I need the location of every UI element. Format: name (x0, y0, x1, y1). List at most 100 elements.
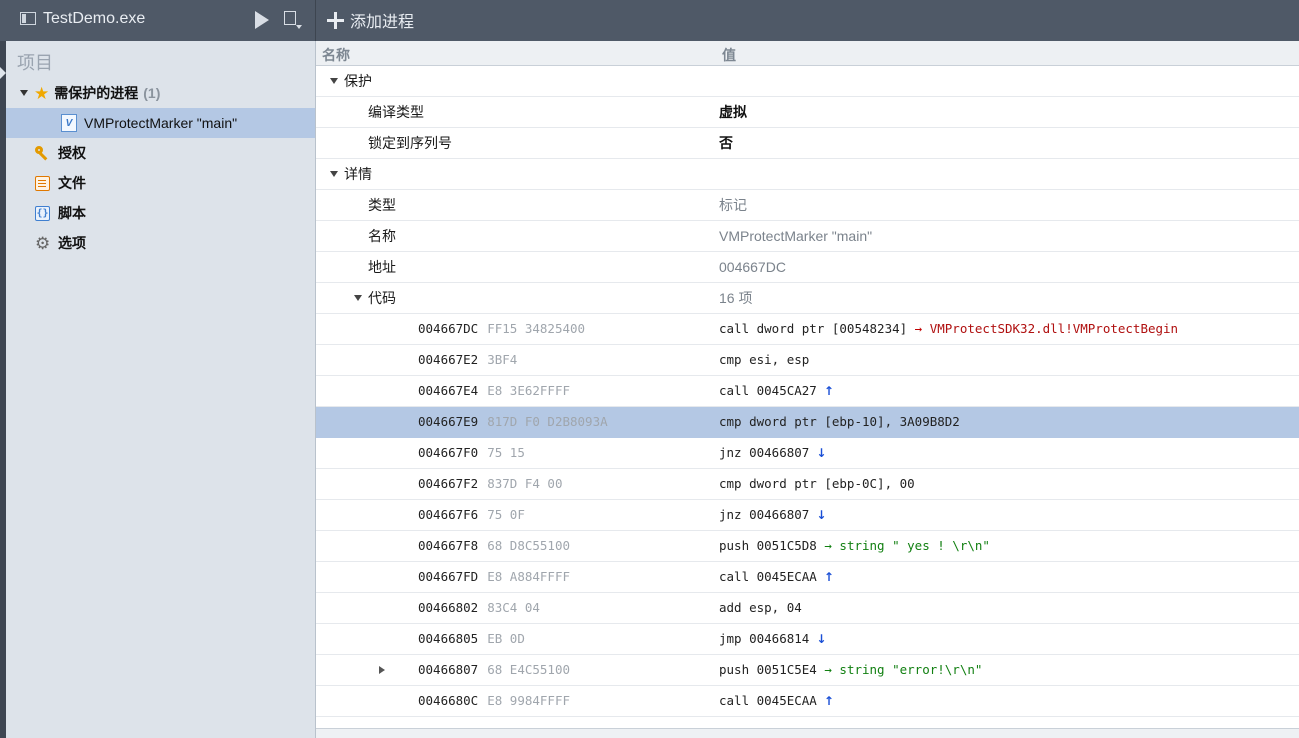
property-row-address[interactable]: 地址 004667DC (316, 252, 1299, 283)
app-window-icon (20, 12, 36, 25)
code-row[interactable]: 004667F8 68 D8C55100 push 0051C5D8 → strin… (316, 531, 1299, 562)
property-name: 编译类型 (368, 104, 424, 120)
code-instruction: cmp esi, esp (719, 352, 810, 367)
jump-up-arrow-icon[interactable]: ↑ (824, 570, 834, 584)
code-address-cell: 0046680C E8 9984FFFF (418, 686, 570, 716)
code-instruction: jmp 00466814 (719, 631, 810, 646)
code-address: 004667F8 (418, 538, 479, 553)
code-reference-target[interactable]: string " yes ! \r\n" (839, 538, 990, 553)
code-instruction: call 0045ECAA (719, 693, 817, 708)
sidebar-item-marker-main[interactable]: V VMProtectMarker "main" (6, 108, 315, 138)
property-row-type[interactable]: 类型 标记 (316, 190, 1299, 221)
jump-up-arrow-icon[interactable]: ↑ (824, 384, 834, 398)
compile-menu-icon[interactable] (282, 11, 302, 29)
code-address-cell: 004667F0 75 15 (418, 438, 525, 468)
code-address: 004667F0 (418, 445, 479, 460)
add-process-label: 添加进程 (350, 14, 415, 31)
code-reference-target[interactable]: string "error!\r\n" (839, 662, 982, 677)
property-value[interactable]: 虚拟 (719, 97, 747, 127)
code-instruction: cmp dword ptr [ebp-0C], 00 (719, 476, 915, 491)
code-reference-target[interactable]: VMProtectSDK32.dll!VMProtectBegin (930, 321, 1178, 336)
grid-bottom-edge (316, 728, 1299, 738)
sidebar-item-licenses[interactable]: 授权 (6, 138, 315, 168)
code-address: 004667E4 (418, 383, 479, 398)
code-instruction: call dword ptr [00548234] (719, 321, 908, 336)
code-instruction: jnz 00466807 (719, 507, 810, 522)
sidebar-item-label: VMProtectMarker "main" (84, 115, 238, 131)
plus-icon (327, 11, 344, 29)
code-instruction: call 0045ECAA (719, 569, 817, 584)
code-instruction: add esp, 04 (719, 600, 802, 615)
reference-arrow-icon: → (816, 538, 840, 553)
code-address-cell: 004667F6 75 0F (418, 500, 525, 530)
code-row[interactable]: 004667F2 837D F4 00 cmp dword ptr [ebp-0C]… (316, 469, 1299, 500)
code-instruction: push 0051C5E4 (719, 662, 817, 677)
column-header-name[interactable]: 名称 (322, 45, 350, 65)
expand-triangle-icon[interactable] (379, 666, 385, 674)
property-name: 地址 (368, 259, 396, 275)
expand-triangle-icon[interactable] (20, 90, 28, 96)
code-address: 00466807 (418, 662, 479, 677)
property-row-name[interactable]: 名称 VMProtectMarker "main" (316, 221, 1299, 252)
code-bytes: EB 0D (487, 631, 525, 646)
code-row[interactable]: 004667E9 817D F0 D2B8093A cmp dword ptr [e… (316, 407, 1299, 438)
property-row-lock-serial[interactable]: 锁定到序列号 否 (316, 128, 1299, 159)
project-tab[interactable]: TestDemo.exe (0, 0, 316, 41)
collapse-triangle-icon[interactable] (354, 295, 362, 301)
play-icon[interactable] (255, 11, 269, 29)
code-address: 004667F6 (418, 507, 479, 522)
sidebar-item-label: 选项 (58, 235, 86, 251)
sidebar-heading: 项目 (17, 53, 53, 73)
sidebar-item-label: 文件 (58, 175, 86, 191)
code-row[interactable]: 00466805 EB 0D jmp 00466814 ↓ (316, 624, 1299, 655)
code-row[interactable]: 004667FD E8 A884FFFF call 0045ECAA ↑ (316, 562, 1299, 593)
collapse-triangle-icon[interactable] (330, 78, 338, 84)
sidebar-item-scripts[interactable]: {} 脚本 (6, 198, 315, 228)
jump-down-arrow-icon[interactable]: ↓ (816, 446, 826, 460)
add-process-button[interactable]: 添加进程 (327, 8, 414, 32)
code-instruction: push 0051C5D8 (719, 538, 817, 553)
code-address-cell: 004667DC FF15 34825400 (418, 314, 585, 344)
key-icon (35, 145, 50, 161)
code-address-cell: 00466805 EB 0D (418, 624, 525, 654)
group-row-details[interactable]: 详情 (316, 159, 1299, 190)
group-label: 详情 (344, 166, 372, 182)
code-row[interactable]: 004667E2 3BF4 cmp esi, esp (316, 345, 1299, 376)
jump-down-arrow-icon[interactable]: ↓ (816, 632, 826, 646)
code-bytes: E8 3E62FFFF (487, 383, 571, 398)
code-bytes: 83C4 04 (487, 600, 540, 615)
property-name: 名称 (368, 228, 396, 244)
collapse-triangle-icon[interactable] (330, 171, 338, 177)
app-title: TestDemo.exe (43, 10, 146, 27)
code-row[interactable]: 00466807 68 E4C55100 push 0051C5E4 → strin… (316, 655, 1299, 686)
column-header-value[interactable]: 值 (722, 45, 736, 65)
group-row-protection[interactable]: 保护 (316, 66, 1299, 97)
code-row[interactable]: 004667DC FF15 34825400 call dword ptr [005… (316, 314, 1299, 345)
property-row-compile-type[interactable]: 编译类型 虚拟 (316, 97, 1299, 128)
sidebar-item-protected[interactable]: ★ 需保护的进程 (1) (6, 78, 315, 108)
property-value[interactable]: 否 (719, 128, 733, 158)
code-address: 0046680C (418, 693, 479, 708)
code-row[interactable]: 004667F0 75 15 jnz 00466807 ↓ (316, 438, 1299, 469)
code-bytes: 837D F4 00 (487, 476, 563, 491)
code-bytes: E8 9984FFFF (487, 693, 571, 708)
property-value: VMProtectMarker "main" (719, 228, 873, 244)
file-icon (35, 175, 50, 191)
sidebar-item-options[interactable]: ⚙ 选项 (6, 228, 315, 258)
code-row[interactable]: 004667F6 75 0F jnz 00466807 ↓ (316, 500, 1299, 531)
code-instruction: jnz 00466807 (719, 445, 810, 460)
sidebar-item-files[interactable]: 文件 (6, 168, 315, 198)
grid-header: 名称 值 (316, 41, 1299, 66)
jump-down-arrow-icon[interactable]: ↓ (816, 508, 826, 522)
code-row[interactable]: 0046680C E8 9984FFFF call 0045ECAA ↑ (316, 686, 1299, 717)
group-row-code[interactable]: 代码 16 项 (316, 283, 1299, 314)
code-instruction-cell: cmp esi, esp (719, 345, 809, 375)
code-row[interactable]: 00466802 83C4 04 add esp, 04 (316, 593, 1299, 624)
code-instruction-cell: call dword ptr [00548234] → VMProtectSDK… (719, 314, 1178, 344)
property-name: 代码 (368, 290, 396, 306)
jump-up-arrow-icon[interactable]: ↑ (824, 694, 834, 708)
code-address-cell: 00466802 83C4 04 (418, 593, 540, 623)
property-value: 16 项 (719, 290, 753, 306)
property-value: 004667DC (719, 259, 786, 275)
code-row[interactable]: 004667E4 E8 3E62FFFF call 0045CA27 ↑ (316, 376, 1299, 407)
